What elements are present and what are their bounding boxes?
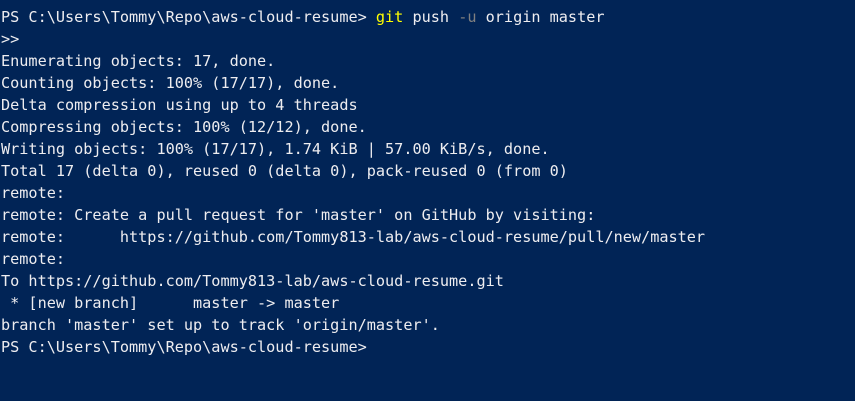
output-line: remote: bbox=[1, 250, 66, 268]
output-line: remote: bbox=[1, 184, 66, 202]
output-line: >> bbox=[1, 30, 20, 48]
output-line: branch 'master' set up to track 'origin/… bbox=[1, 316, 440, 334]
scrolled-off-line: master bbox=[1, 0, 855, 6]
command-flag: -u bbox=[458, 8, 477, 26]
output-line: remote: Create a pull request for 'maste… bbox=[1, 206, 596, 224]
prompt: PS C:\Users\Tommy\Repo\aws-cloud-resume> bbox=[1, 8, 376, 26]
final-prompt[interactable]: PS C:\Users\Tommy\Repo\aws-cloud-resume> bbox=[1, 336, 855, 358]
output-line: Counting objects: 100% (17/17), done. bbox=[1, 74, 340, 92]
output-line: Compressing objects: 100% (12/12), done. bbox=[1, 118, 367, 136]
command-args: push bbox=[403, 8, 459, 26]
command-program: git bbox=[375, 8, 404, 26]
output-line: Writing objects: 100% (17/17), 1.74 KiB … bbox=[1, 140, 550, 158]
powershell-terminal[interactable]: master PS C:\Users\Tommy\Repo\aws-cloud-… bbox=[0, 0, 855, 401]
output-line: remote: https://github.com/Tommy813-lab/… bbox=[1, 228, 706, 246]
command-line: PS C:\Users\Tommy\Repo\aws-cloud-resume>… bbox=[1, 6, 855, 28]
output-line: To https://github.com/Tommy813-lab/aws-c… bbox=[1, 272, 504, 290]
output-line: Enumerating objects: 17, done. bbox=[1, 52, 276, 70]
output-line: * [new branch] master -> master bbox=[1, 294, 340, 312]
output-line: Delta compression using up to 4 threads bbox=[1, 96, 358, 114]
command-args-rest: origin master bbox=[476, 8, 605, 26]
scrolled-off-text: master bbox=[1, 0, 56, 6]
output-line: Total 17 (delta 0), reused 0 (delta 0), … bbox=[1, 162, 568, 180]
